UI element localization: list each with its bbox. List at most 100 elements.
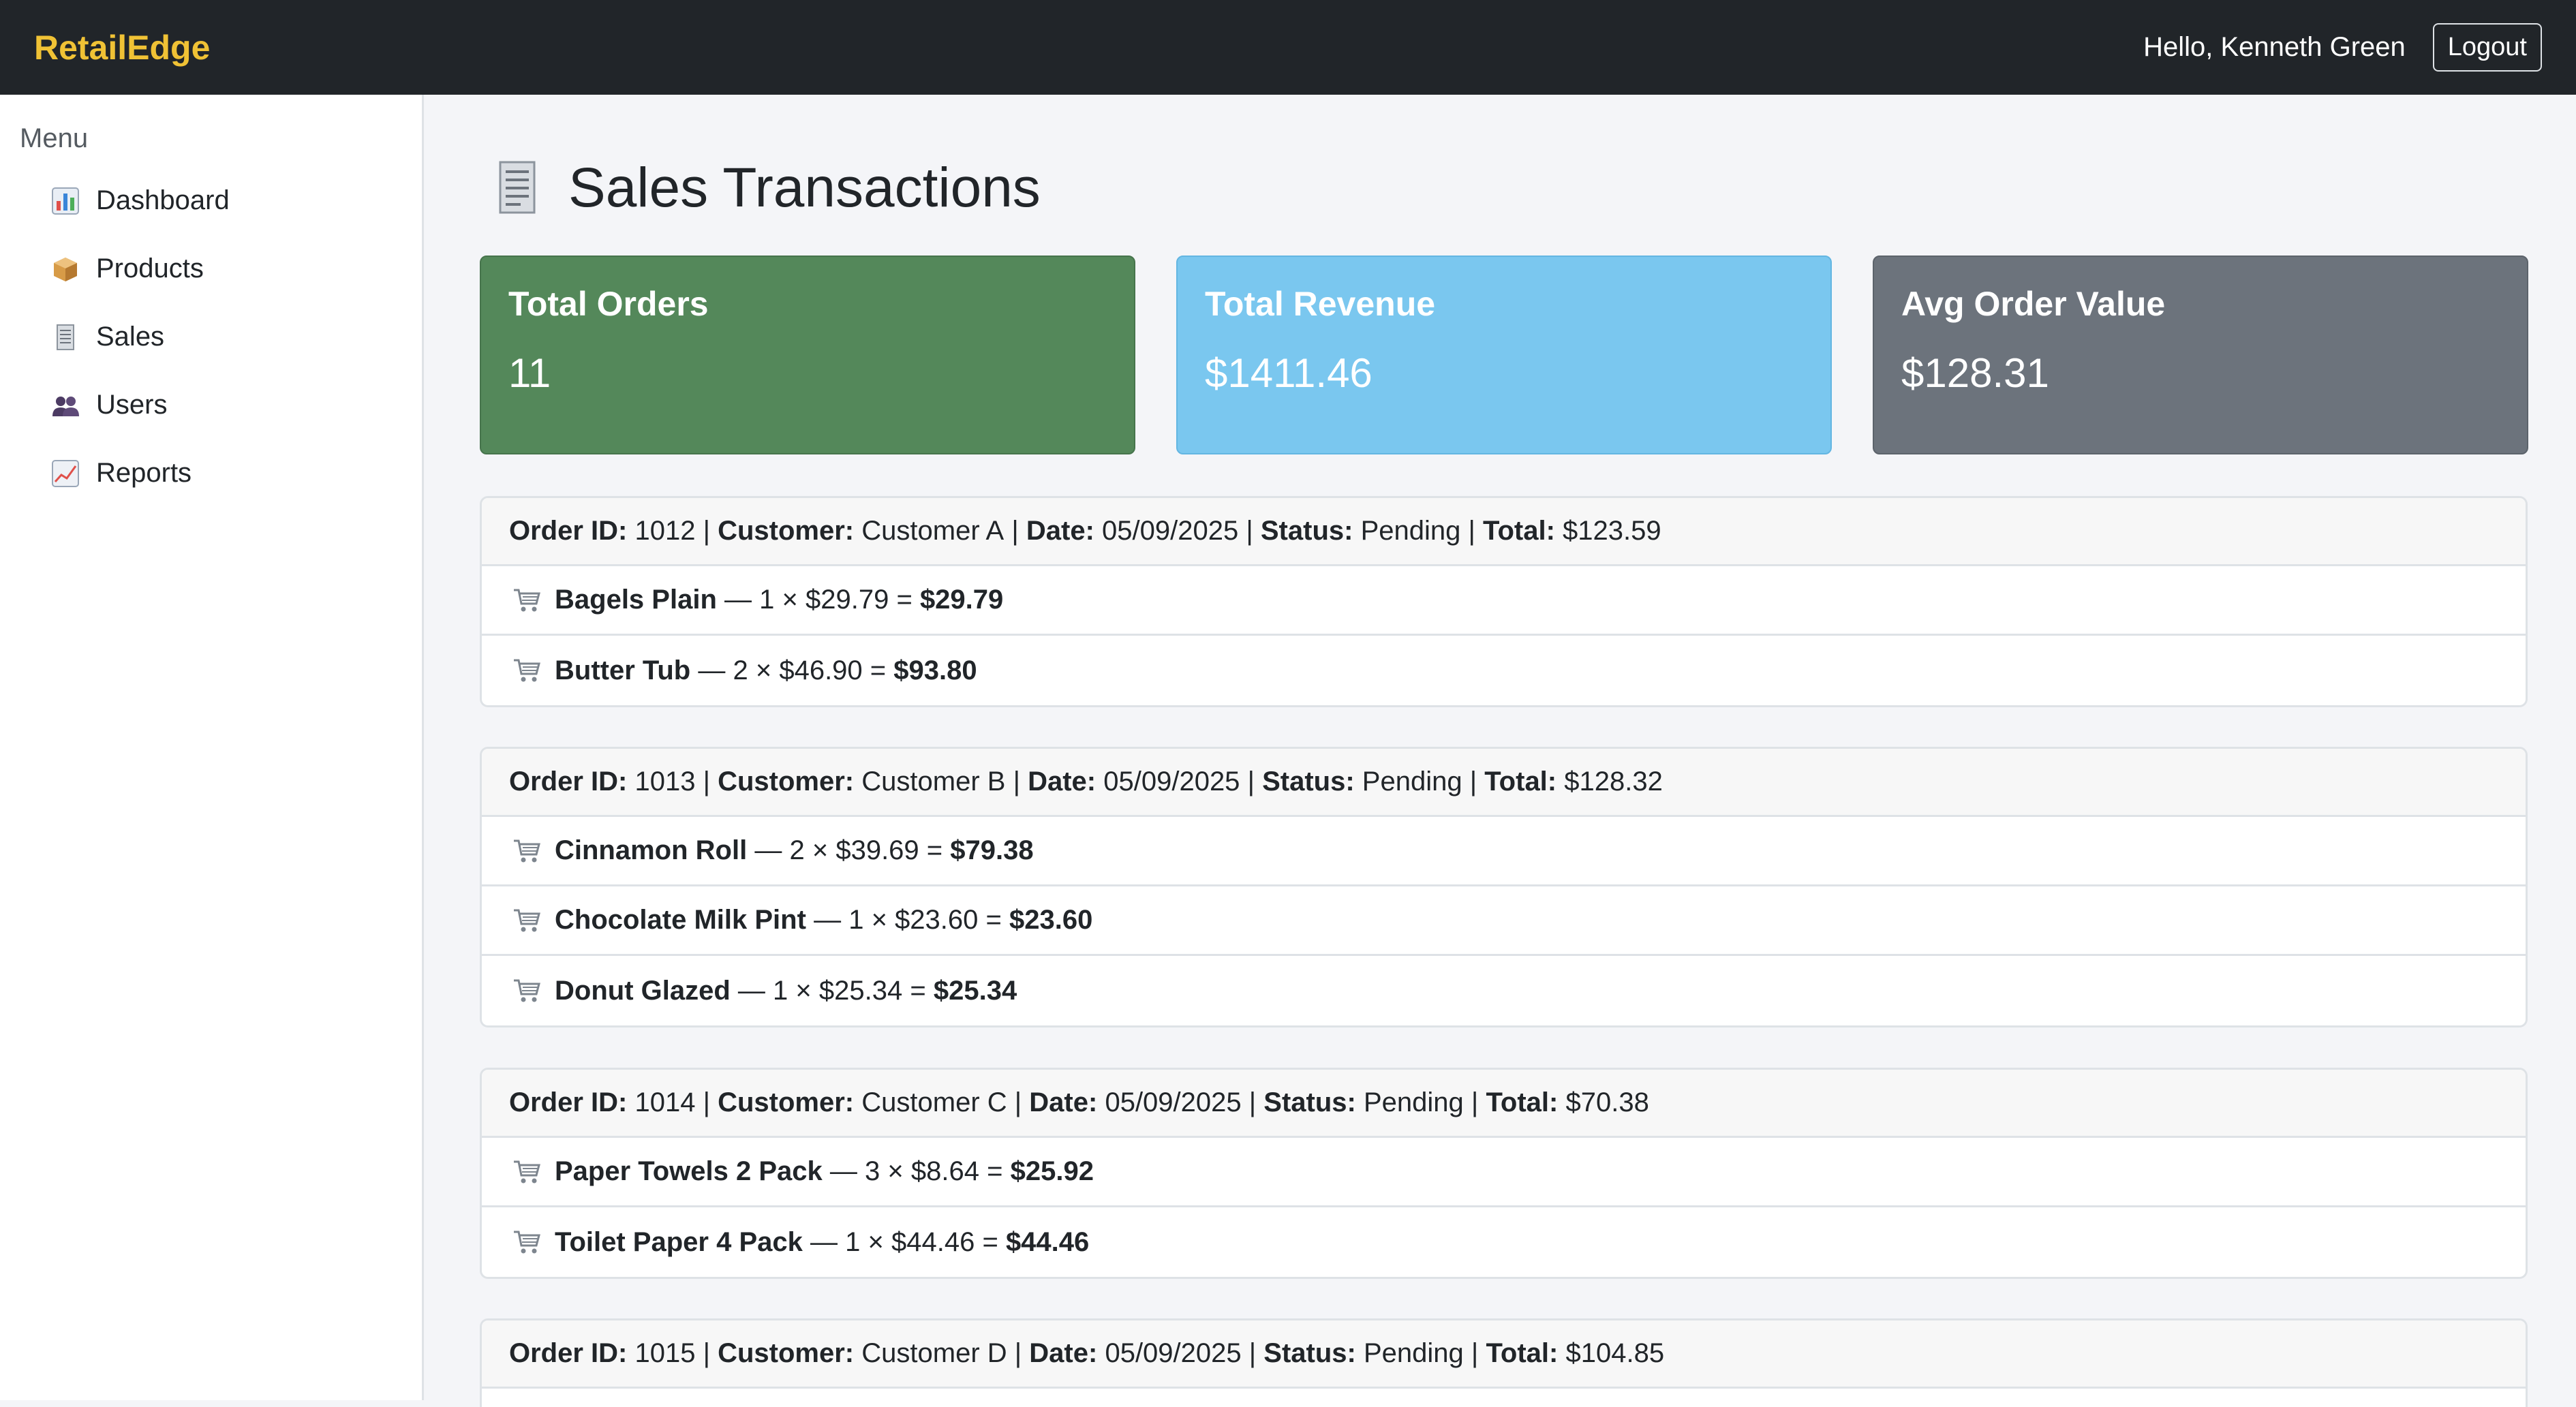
status-label: Status: bbox=[1262, 767, 1355, 797]
stat-label: Avg Order Value bbox=[1901, 285, 2166, 323]
order-card: Order ID: 1012 | Customer: Customer A | … bbox=[480, 496, 2528, 707]
item-name: Toilet Paper 4 Pack bbox=[555, 1226, 803, 1257]
status-label: Status: bbox=[1263, 1087, 1356, 1117]
order-card: Order ID: 1015 | Customer: Customer D | … bbox=[480, 1318, 2528, 1407]
item-price: $29.79 bbox=[805, 585, 889, 615]
list-item: Bagels Plain — 1 × $29.79 = $29.79 bbox=[482, 566, 2526, 636]
item-name: Chocolate Milk Pint bbox=[555, 905, 806, 935]
dash: — bbox=[810, 1226, 838, 1257]
list-item: Butter Tub — 2 × $46.90 = $93.80 bbox=[482, 636, 2526, 705]
shopping-cart-icon bbox=[512, 587, 542, 614]
item-qty: 3 bbox=[865, 1156, 880, 1186]
separator: | bbox=[1014, 1087, 1022, 1117]
times-sign: × bbox=[755, 655, 772, 685]
item-price: $44.46 bbox=[891, 1226, 975, 1257]
sidebar-title: Menu bbox=[20, 123, 89, 153]
times-sign: × bbox=[871, 905, 887, 935]
item-subtotal: $25.92 bbox=[1010, 1156, 1094, 1186]
item-subtotal: $93.80 bbox=[893, 655, 977, 685]
separator: | bbox=[703, 767, 710, 797]
order-header: Order ID: 1015 | Customer: Customer D | … bbox=[482, 1320, 2526, 1389]
date-label: Date: bbox=[1028, 767, 1097, 797]
order-card: Order ID: 1013 | Customer: Customer B | … bbox=[480, 747, 2528, 1027]
item-subtotal: $25.34 bbox=[933, 975, 1017, 1006]
order-total: $104.85 bbox=[1565, 1338, 1665, 1368]
separator: | bbox=[1469, 767, 1477, 797]
stat-card-total-revenue: Total Revenue $1411.46 bbox=[1176, 256, 1832, 454]
shopping-cart-icon bbox=[512, 907, 542, 934]
users-icon bbox=[51, 391, 80, 420]
sidebar-item-reports[interactable]: Reports bbox=[51, 458, 191, 489]
times-sign: × bbox=[795, 975, 812, 1006]
total-label: Total: bbox=[1483, 516, 1555, 546]
item-qty: 1 bbox=[773, 975, 788, 1006]
order-status: Pending bbox=[1364, 1338, 1464, 1368]
sidebar-item-users[interactable]: Users bbox=[51, 390, 167, 420]
sidebar-item-products[interactable]: Products bbox=[51, 253, 204, 284]
order-total: $70.38 bbox=[1565, 1087, 1649, 1117]
dash: — bbox=[814, 905, 842, 935]
page-title-text: Sales Transactions bbox=[568, 157, 1041, 219]
date-label: Date: bbox=[1029, 1338, 1098, 1368]
dash: — bbox=[698, 655, 726, 685]
package-icon bbox=[51, 255, 80, 283]
sidebar-item-label: Dashboard bbox=[96, 185, 230, 215]
main-content: Sales Transactions Total Orders 11 Total… bbox=[424, 95, 2576, 1407]
brand-logo[interactable]: RetailEdge bbox=[34, 28, 210, 67]
date-label: Date: bbox=[1029, 1087, 1098, 1117]
shopping-cart-icon bbox=[512, 1158, 542, 1186]
times-sign: × bbox=[812, 835, 829, 865]
list-item: Chocolate Milk Pint — 1 × $23.60 = $23.6… bbox=[482, 886, 2526, 956]
equals-sign: = bbox=[985, 905, 1002, 935]
item-price: $25.34 bbox=[818, 975, 903, 1006]
item-name: Donut Glazed bbox=[555, 975, 731, 1006]
receipt-icon bbox=[51, 323, 80, 352]
order-card: Order ID: 1014 | Customer: Customer C | … bbox=[480, 1068, 2528, 1279]
separator: | bbox=[1468, 516, 1475, 546]
equals-sign: = bbox=[910, 975, 926, 1006]
order-id: 1012 bbox=[634, 516, 696, 546]
separator: | bbox=[1247, 767, 1255, 797]
item-subtotal: $23.60 bbox=[1009, 905, 1093, 935]
list-item: Donut Glazed — 1 × $25.34 = $25.34 bbox=[482, 956, 2526, 1025]
stat-value: $1411.46 bbox=[1205, 350, 1373, 396]
logout-button[interactable]: Logout bbox=[2432, 23, 2542, 72]
order-id-label: Order ID: bbox=[509, 1338, 628, 1368]
shopping-cart-icon bbox=[512, 977, 542, 1004]
separator: | bbox=[1246, 516, 1253, 546]
item-qty: 1 bbox=[759, 585, 775, 615]
list-item: Paper Towels 2 Pack — 3 × $8.64 = $25.92 bbox=[482, 1138, 2526, 1207]
order-date: 05/09/2025 bbox=[1105, 1338, 1242, 1368]
item-price: $23.60 bbox=[895, 905, 979, 935]
separator: | bbox=[1471, 1338, 1479, 1368]
top-navbar: RetailEdge Hello, Kenneth Green Logout bbox=[0, 0, 2576, 95]
customer-label: Customer: bbox=[718, 1087, 855, 1117]
stat-card-total-orders: Total Orders 11 bbox=[480, 256, 1135, 454]
equals-sign: = bbox=[982, 1226, 998, 1257]
item-price: $8.64 bbox=[910, 1156, 980, 1186]
order-total: $128.32 bbox=[1564, 767, 1663, 797]
date-label: Date: bbox=[1026, 516, 1094, 546]
dash: — bbox=[724, 585, 752, 615]
separator: | bbox=[1248, 1087, 1257, 1117]
order-header: Order ID: 1013 | Customer: Customer B | … bbox=[482, 749, 2526, 817]
order-header: Order ID: 1012 | Customer: Customer A | … bbox=[482, 498, 2526, 566]
sidebar-item-sales[interactable]: Sales bbox=[51, 322, 164, 352]
customer-label: Customer: bbox=[718, 1338, 855, 1368]
separator: | bbox=[1248, 1338, 1257, 1368]
times-sign: × bbox=[887, 1156, 904, 1186]
times-sign: × bbox=[868, 1226, 884, 1257]
sidebar-item-dashboard[interactable]: Dashboard bbox=[51, 185, 230, 216]
equals-sign: = bbox=[926, 835, 943, 865]
order-customer: Customer C bbox=[861, 1087, 1007, 1117]
item-qty: 2 bbox=[789, 835, 805, 865]
shopping-cart-icon bbox=[512, 837, 542, 865]
sidebar-item-label: Products bbox=[96, 253, 204, 283]
status-label: Status: bbox=[1263, 1338, 1356, 1368]
order-date: 05/09/2025 bbox=[1102, 516, 1239, 546]
equals-sign: = bbox=[987, 1156, 1003, 1186]
sidebar-item-label: Sales bbox=[96, 322, 165, 352]
order-id: 1013 bbox=[634, 767, 696, 797]
order-customer: Customer A bbox=[861, 516, 1005, 546]
order-id: 1014 bbox=[634, 1087, 696, 1117]
